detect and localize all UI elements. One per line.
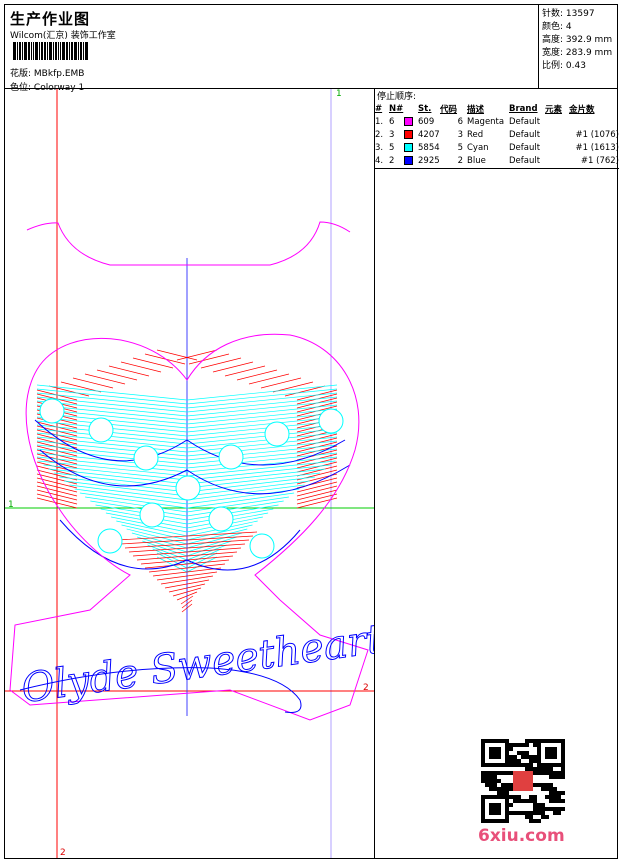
table-header: # N# St. 代码 描述 Brand 元素 金片数 — [375, 103, 595, 115]
sequin-circle — [133, 445, 159, 471]
sequin-circle — [218, 444, 244, 470]
stop-sequence-table: # N# St. 代码 描述 Brand 元素 金片数 1. 6 609 6 Magenta Defau… — [375, 102, 619, 167]
sequin-circle — [208, 506, 234, 532]
script-text: Olyde Sweetheart — [19, 616, 374, 712]
table-row: 2. 3 4207 3 Red Default #1 (1076) — [375, 129, 619, 140]
barcode — [13, 42, 123, 60]
qr-code — [481, 739, 565, 823]
design-info: 针数: 13597 颜色: 4 高度: 392.9 mm 宽度: 283.9 m… — [538, 4, 618, 89]
watermark-logo: 6xiu.com — [478, 826, 565, 846]
table-row: 3. 5 5854 5 Cyan Default #1 (1613) — [375, 142, 619, 153]
info-stitches: 针数: 13597 — [542, 9, 595, 19]
design-file: 花版: MBkfp.EMB — [10, 66, 84, 79]
sequin-circle — [97, 528, 123, 554]
table-row: 1. 6 609 6 Magenta Default — [375, 116, 541, 127]
header: 生产作业图 Wilcom(汇京) 装饰工作室 花版: MBkfp.EMB 色位:… — [4, 4, 618, 93]
info-scale: 比例: 0.43 — [542, 61, 586, 71]
guide-label-right: 2 — [363, 683, 369, 693]
sequin-circle — [88, 417, 114, 443]
stop-sequence-title: 停止顺序: — [377, 92, 417, 102]
magenta-arc — [26, 221, 351, 266]
page-title: 生产作业图 — [10, 10, 91, 28]
guide-label-bottom: 2 — [60, 848, 66, 858]
embroidery-design: Olyde Sweetheart — [5, 89, 374, 858]
design-value: MBkfp.EMB — [33, 69, 85, 79]
color-swatch — [404, 142, 413, 152]
guide-label-left: 1 — [8, 500, 14, 510]
color-swatch — [404, 155, 413, 165]
sequin-circle — [139, 502, 165, 528]
sequin-circle — [39, 398, 65, 424]
company-name: Wilcom(汇京) 装饰工作室 — [10, 31, 116, 41]
sequin-circle — [264, 421, 290, 447]
table-row: 4. 2 2925 2 Blue Default #1 (762) — [375, 155, 619, 166]
design-label: 花版: — [10, 69, 32, 79]
color-swatch — [404, 116, 413, 126]
divider — [375, 168, 619, 169]
info-height: 高度: 392.9 mm — [542, 35, 613, 45]
guide-label-top: 1 — [336, 89, 342, 99]
info-colors: 颜色: 4 — [542, 22, 572, 32]
info-width: 宽度: 283.9 mm — [542, 48, 613, 58]
sequin-circle — [249, 533, 275, 559]
sequin-circle — [318, 408, 344, 434]
sequin-circle — [175, 475, 201, 501]
color-swatch — [404, 129, 413, 139]
